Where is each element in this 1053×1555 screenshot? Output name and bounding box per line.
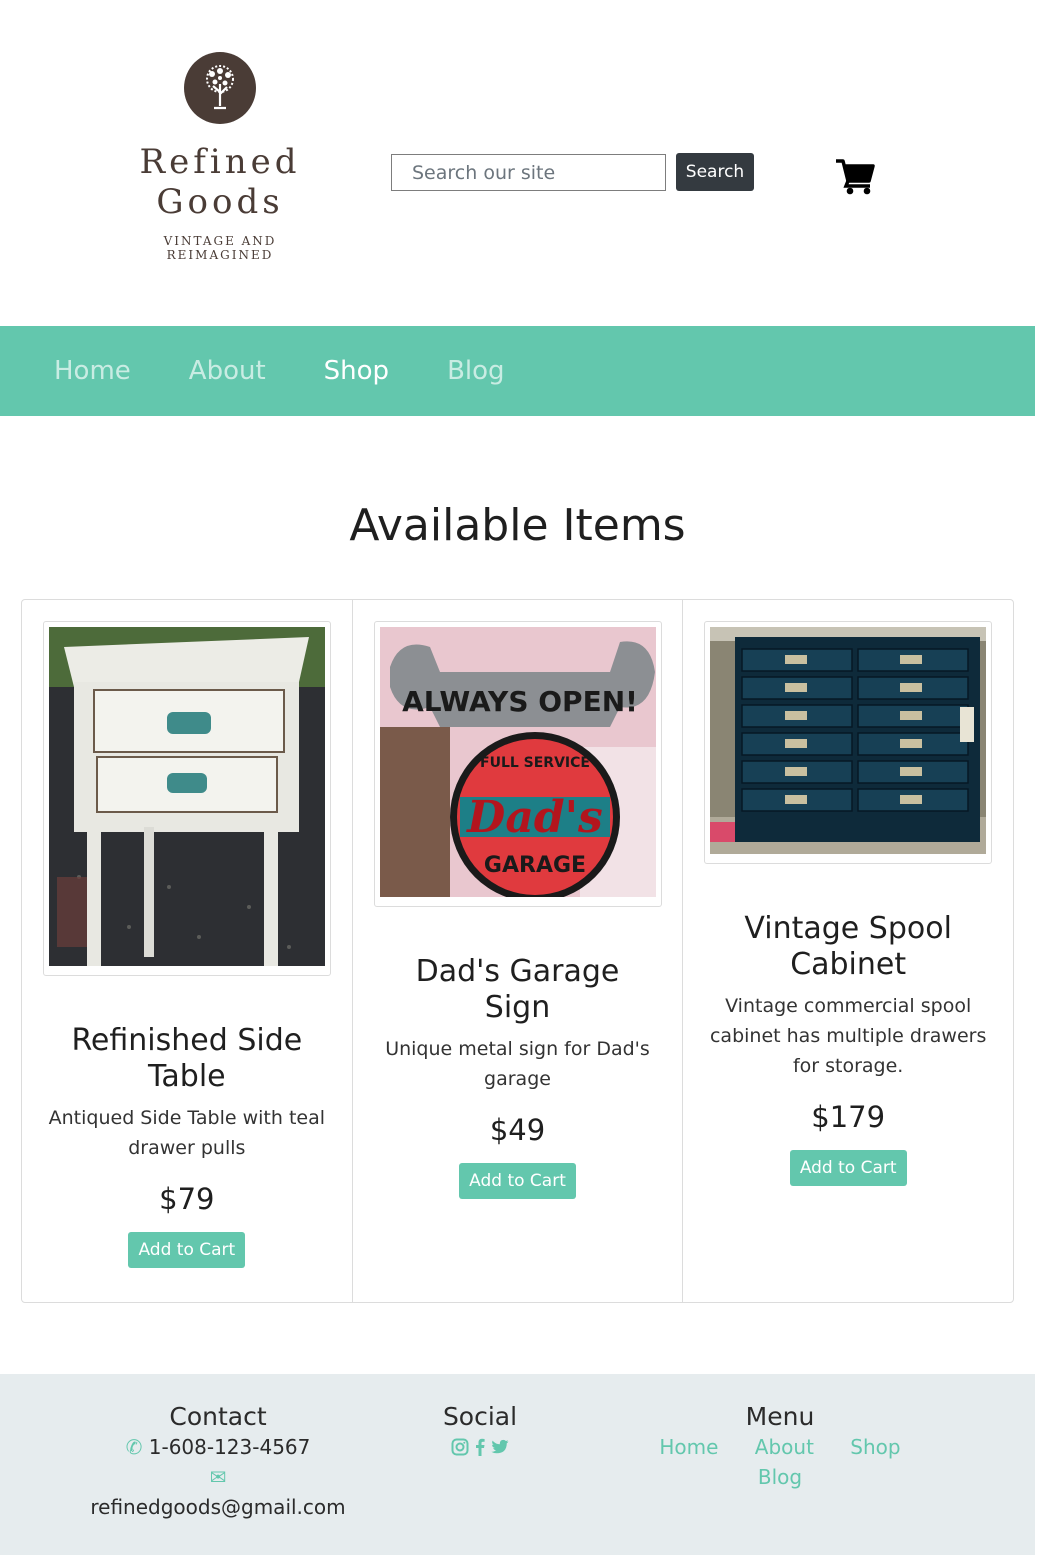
add-to-cart-button[interactable]: Add to Cart [459,1163,576,1199]
twitter-icon[interactable] [491,1439,509,1455]
product-image-frame [704,621,993,864]
social-icons [420,1432,540,1462]
main-nav: Home About Shop Blog [0,326,1035,416]
footer-phone-number: 1-608-123-4567 [148,1435,311,1459]
footer-social-heading: Social [442,1402,518,1431]
nav-home[interactable]: Home [54,356,131,386]
product-card: ALWAYS OPEN! FULL SERVICE Dad's GARAGE D… [353,600,684,1302]
site-footer: Contact ✆ 1-608-123-4567 ✉ refinedgoods@… [0,1374,1035,1555]
product-price: $49 [489,1113,546,1147]
add-to-cart-button[interactable]: Add to Cart [789,1150,907,1186]
product-description: Antiqued Side Table with teal drawer pul… [48,1107,326,1159]
site-logo[interactable]: Refined Goods VINTAGE AND REIMAGINED [130,52,310,262]
shopping-cart-icon[interactable] [834,157,876,195]
footer-phone[interactable]: ✆ 1-608-123-4567 [88,1432,348,1462]
footer-menu-home[interactable]: Home [659,1435,718,1459]
search-button[interactable]: Search [676,153,754,191]
product-name: Dad's Garage Sign [415,954,620,1025]
garage-sign-image[interactable]: ALWAYS OPEN! FULL SERVICE Dad's GARAGE [379,627,656,902]
logo-name: Refined Goods [139,142,301,222]
product-price: $179 [811,1100,886,1134]
product-image-frame: ALWAYS OPEN! FULL SERVICE Dad's GARAGE [373,621,662,907]
nav-blog[interactable]: Blog [447,356,504,386]
product-price: $79 [159,1182,215,1216]
svg-text:FULL SERVICE: FULL SERVICE [480,755,590,771]
instagram-icon[interactable] [451,1438,469,1456]
product-grid: Refinished Side Table Antiqued Side Tabl… [21,599,1014,1303]
facebook-icon[interactable] [475,1438,485,1456]
footer-menu-links: Home About Shop Blog [615,1432,945,1492]
footer-menu: Menu Home About Shop Blog [615,1402,945,1492]
footer-menu-about[interactable]: About [755,1435,814,1459]
product-name: Refinished Side Table [71,1023,303,1094]
envelope-icon[interactable]: ✉ [88,1462,348,1492]
footer-menu-blog[interactable]: Blog [758,1465,802,1489]
side-table-image[interactable] [48,627,325,966]
footer-menu-shop[interactable]: Shop [850,1435,900,1459]
spool-cabinet-image[interactable] [710,627,987,854]
logo-tagline: VINTAGE AND REIMAGINED [163,234,277,262]
svg-text:GARAGE: GARAGE [483,853,585,878]
tree-logo-icon [184,52,256,124]
nav-shop[interactable]: Shop [324,356,389,386]
page-title: Available Items [349,500,686,551]
nav-about[interactable]: About [189,356,266,386]
product-card: Refinished Side Table Antiqued Side Tabl… [22,600,353,1302]
product-name: Vintage Spool Cabinet [744,911,952,982]
product-description: Vintage commercial spool cabinet has mul… [709,995,987,1077]
footer-contact-heading: Contact [169,1402,267,1431]
add-to-cart-button[interactable]: Add to Cart [128,1232,246,1268]
footer-menu-heading: Menu [745,1402,815,1431]
svg-text:ALWAYS OPEN!: ALWAYS OPEN! [402,685,638,718]
phone-icon: ✆ [125,1435,143,1459]
footer-social: Social [420,1402,540,1462]
footer-email[interactable]: refinedgoods@gmail.com [88,1492,348,1522]
footer-contact: Contact ✆ 1-608-123-4567 ✉ refinedgoods@… [88,1402,348,1522]
product-image-frame [42,621,331,976]
search-input[interactable] [391,154,666,191]
svg-text:Dad's: Dad's [465,792,603,843]
product-card: Vintage Spool Cabinet Vintage commercial… [683,600,1013,1302]
product-description: Unique metal sign for Dad's garage [385,1038,650,1090]
